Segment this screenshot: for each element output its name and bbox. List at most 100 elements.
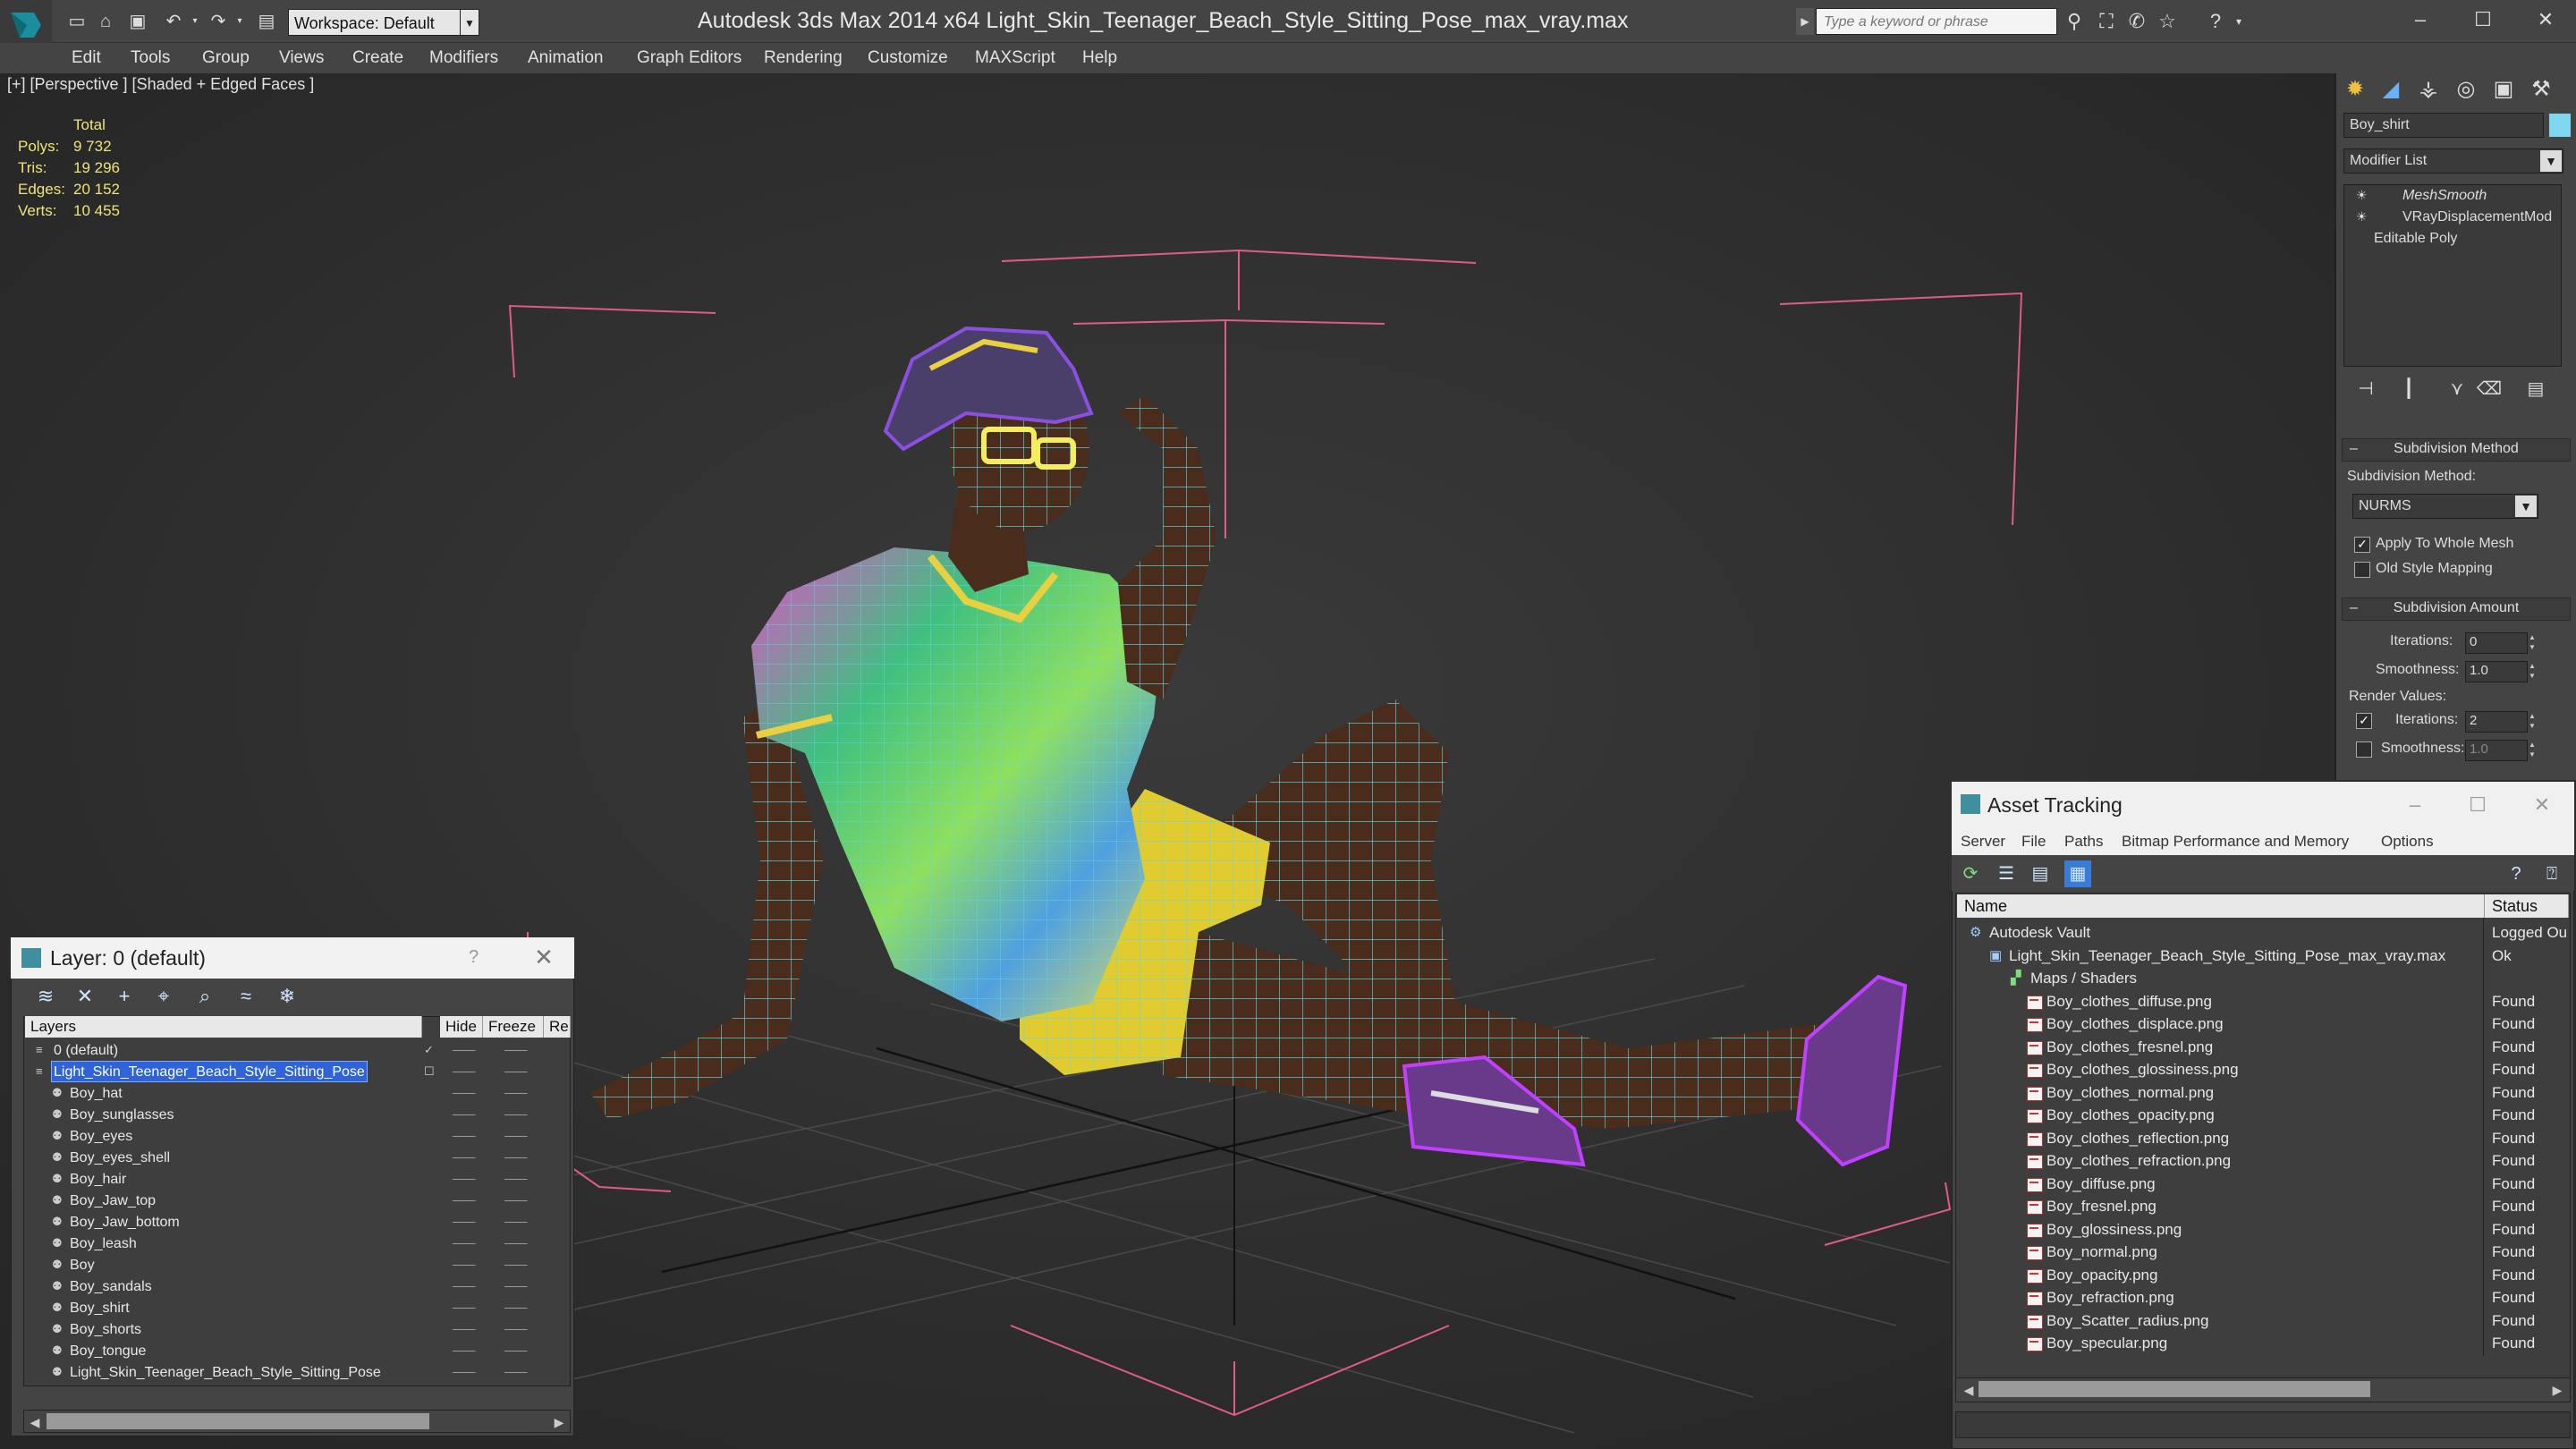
bulb-icon[interactable]: ☀ xyxy=(2356,189,2368,201)
layer-row[interactable]: ⚉ Boy_leash ─── ─── xyxy=(25,1233,569,1254)
hide-toggle[interactable]: ─── xyxy=(453,1086,476,1100)
menu-edit[interactable]: Edit xyxy=(72,43,101,73)
configure-modifier-sets-icon[interactable]: ▤ xyxy=(2522,376,2549,402)
hide-toggle[interactable]: ─── xyxy=(453,1365,476,1379)
hide-toggle[interactable]: ─── xyxy=(453,1343,476,1358)
viewport-label[interactable]: [+] [Perspective ] [Shaded + Edged Faces… xyxy=(7,75,314,94)
spinner-arrows-icon[interactable]: ▲ ▼ xyxy=(2526,711,2538,731)
spinner-arrows-icon[interactable]: ▲ ▼ xyxy=(2526,632,2538,652)
scroll-left-icon[interactable]: ◀ xyxy=(25,1413,45,1431)
asset-row[interactable]: Boy_refraction.png Found xyxy=(1957,1286,2569,1309)
asset-row[interactable]: Boy_clothes_displace.png Found xyxy=(1957,1013,2569,1035)
modifier-list-dropdown[interactable]: Modifier List xyxy=(2343,148,2563,174)
asset-row[interactable]: ⚙ Autodesk Vault Logged Out xyxy=(1957,921,2569,944)
layer-row[interactable]: ⚉ Boy_hair ─── ─── xyxy=(25,1168,569,1190)
column-header-hide[interactable]: Hide xyxy=(440,1016,483,1038)
tree-view-icon[interactable]: ▤ xyxy=(2027,860,2054,887)
menu-customize[interactable]: Customize xyxy=(868,43,948,73)
layer-row[interactable]: ≡ 0 (default) ✓ ─── ─── xyxy=(25,1039,569,1061)
freeze-toggle[interactable]: ─── xyxy=(504,1301,528,1315)
asset-path-field[interactable] xyxy=(1955,1411,2571,1438)
subscription-icon[interactable]: ⛶ xyxy=(2093,9,2120,34)
menu-animation[interactable]: Animation xyxy=(528,43,604,73)
list-view-icon[interactable]: ☰ xyxy=(1993,860,2020,887)
layer-row[interactable]: ⚉ Boy_eyes ─── ─── xyxy=(25,1125,569,1147)
freeze-toggle[interactable]: ─── xyxy=(504,1258,528,1272)
hide-toggle[interactable]: ─── xyxy=(453,1301,476,1315)
asset-row[interactable]: Boy_diffuse.png Found xyxy=(1957,1173,2569,1195)
scroll-left-icon[interactable]: ◀ xyxy=(1959,1381,1979,1399)
scrollbar-thumb[interactable] xyxy=(47,1413,429,1429)
minimize-button[interactable]: – xyxy=(2394,5,2447,34)
hide-toggle[interactable]: ─── xyxy=(453,1172,476,1186)
search-expand-icon[interactable]: ▶ xyxy=(1796,8,1814,35)
asset-row[interactable]: Boy_clothes_reflection.png Found xyxy=(1957,1127,2569,1149)
asset-menu-paths[interactable]: Paths xyxy=(2064,828,2103,855)
create-layer-icon[interactable]: ≋ xyxy=(30,982,61,1011)
freeze-toggle[interactable]: ─── xyxy=(504,1086,528,1100)
render-smoothness-spinner[interactable]: 1.0 xyxy=(2465,740,2528,761)
table-view-icon[interactable]: ▦ xyxy=(2064,860,2091,887)
layer-row[interactable]: ⚉ Boy_Jaw_top ─── ─── xyxy=(25,1190,569,1211)
layer-row[interactable]: ⚉ Boy_Jaw_bottom ─── ─── xyxy=(25,1211,569,1233)
workspace-dropdown[interactable]: Workspace: Default xyxy=(288,9,467,36)
motion-tab-icon[interactable]: ◎ xyxy=(2447,73,2485,106)
redo-icon[interactable]: ↷ xyxy=(208,11,229,32)
layer-row[interactable]: ⚉ Light_Skin_Teenager_Beach_Style_Sitting… xyxy=(25,1361,569,1383)
help-icon[interactable]: ? xyxy=(2503,860,2529,887)
delete-layer-icon[interactable]: ✕ xyxy=(70,982,100,1011)
make-unique-icon[interactable]: ⋎ xyxy=(2444,376,2470,402)
hide-toggle[interactable]: ─── xyxy=(453,1107,476,1122)
communication-icon[interactable]: ✆ xyxy=(2123,9,2150,34)
column-header-render[interactable]: Re xyxy=(544,1016,571,1038)
asset-row[interactable]: Boy_clothes_normal.png Found xyxy=(1957,1081,2569,1104)
stack-item-editable-poly[interactable]: Editable Poly xyxy=(2374,229,2457,249)
undo-dropdown-icon[interactable]: ▾ xyxy=(184,11,206,32)
menu-help[interactable]: Help xyxy=(1082,43,1117,73)
menu-graph-editors[interactable]: Graph Editors xyxy=(637,43,741,73)
make-current-checkbox-icon[interactable]: ☐ xyxy=(424,1065,436,1078)
hide-toggle[interactable]: ─── xyxy=(453,1236,476,1250)
hide-toggle[interactable]: ─── xyxy=(453,1043,476,1057)
display-tab-icon[interactable]: ▣ xyxy=(2485,73,2522,106)
modifier-list-arrow-icon[interactable]: ▼ xyxy=(2540,150,2562,172)
rollout-subdivision-method[interactable]: – Subdivision Method xyxy=(2342,438,2571,462)
add-to-layer-icon[interactable]: + xyxy=(109,982,140,1011)
close-button[interactable]: ✕ xyxy=(2519,5,2572,34)
freeze-toggle[interactable]: ─── xyxy=(504,1279,528,1293)
menu-group[interactable]: Group xyxy=(202,43,250,73)
asset-menu-bitmap-performance[interactable]: Bitmap Performance and Memory xyxy=(2122,828,2349,855)
undo-icon[interactable]: ↶ xyxy=(163,11,184,32)
asset-row[interactable]: Boy_glossiness.png Found xyxy=(1957,1218,2569,1241)
layer-row[interactable]: ⚉ Boy_sandals ─── ─── xyxy=(25,1275,569,1297)
help-dropdown-icon[interactable]: ▾ xyxy=(2225,9,2252,34)
freeze-toggle[interactable]: ─── xyxy=(504,1129,528,1143)
asset-row[interactable]: Boy_clothes_opacity.png Found xyxy=(1957,1104,2569,1126)
freeze-toggle[interactable]: ─── xyxy=(504,1064,528,1079)
column-header-freeze[interactable]: Freeze xyxy=(483,1016,544,1038)
help-icon[interactable]: ? xyxy=(469,943,490,971)
render-iterations-checkbox[interactable]: ✓ xyxy=(2356,713,2372,729)
menu-create[interactable]: Create xyxy=(352,43,403,73)
menu-tools[interactable]: Tools xyxy=(131,43,170,73)
workspace-dropdown-arrow-icon[interactable]: ▼ xyxy=(460,9,479,36)
show-end-result-icon[interactable]: ┃ xyxy=(2395,376,2422,402)
maximize-button[interactable]: ☐ xyxy=(2456,5,2510,34)
asset-menu-server[interactable]: Server xyxy=(1961,828,2005,855)
freeze-toggle[interactable]: ─── xyxy=(504,1215,528,1229)
asset-row[interactable]: ▞ Maps / Shaders xyxy=(1957,967,2569,989)
freeze-all-layers-icon[interactable]: ❄ xyxy=(272,982,302,1011)
menu-rendering[interactable]: Rendering xyxy=(764,43,843,73)
hide-toggle[interactable]: ─── xyxy=(453,1129,476,1143)
freeze-toggle[interactable]: ─── xyxy=(504,1172,528,1186)
asset-menu-options[interactable]: Options xyxy=(2381,828,2434,855)
close-icon[interactable]: ✕ xyxy=(530,943,558,971)
layer-row[interactable]: ⚉ Boy_tongue ─── ─── xyxy=(25,1340,569,1361)
save-file-icon[interactable]: ▣ xyxy=(127,11,148,32)
asset-row[interactable]: Boy_clothes_diffuse.png Found xyxy=(1957,990,2569,1013)
smoothness-spinner[interactable]: 1.0 xyxy=(2465,661,2528,682)
asset-row[interactable]: Boy_fresnel.png Found xyxy=(1957,1195,2569,1217)
asset-row[interactable]: Boy_clothes_fresnel.png Found xyxy=(1957,1036,2569,1058)
hide-toggle[interactable]: ─── xyxy=(453,1322,476,1336)
refresh-icon[interactable]: ⟳ xyxy=(1957,860,1984,887)
